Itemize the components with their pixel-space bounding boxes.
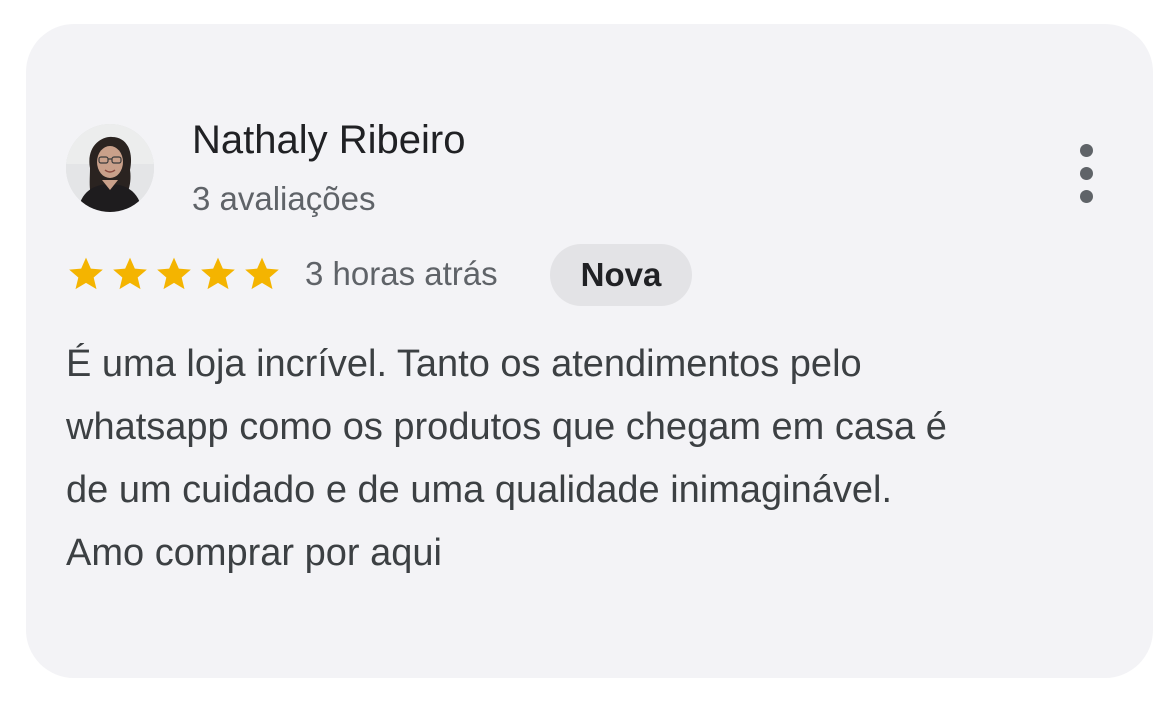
star-icon bbox=[113, 257, 147, 290]
star-rating bbox=[66, 254, 282, 294]
review-card: Nathaly Ribeiro 3 avaliações 3 horas atr… bbox=[26, 24, 1153, 678]
author-review-count[interactable]: 3 avaliações bbox=[192, 179, 375, 219]
more-vert-icon-dot-bottom bbox=[1080, 190, 1093, 203]
more-options-button[interactable] bbox=[1068, 136, 1104, 212]
more-vert-icon-dot-middle bbox=[1080, 167, 1093, 180]
review-text: É uma loja incrível. Tanto os atendiment… bbox=[66, 343, 947, 574]
author-name[interactable]: Nathaly Ribeiro bbox=[192, 116, 465, 164]
star-icon bbox=[245, 257, 279, 290]
author-avatar[interactable] bbox=[66, 124, 154, 212]
more-vert-icon-dot-top bbox=[1080, 144, 1093, 157]
new-badge: Nova bbox=[550, 244, 692, 306]
star-icon bbox=[157, 257, 191, 290]
avatar-photo bbox=[66, 124, 154, 212]
star-icon bbox=[201, 257, 235, 290]
star-icon bbox=[69, 257, 103, 290]
review-time: 3 horas atrás bbox=[305, 255, 498, 292]
